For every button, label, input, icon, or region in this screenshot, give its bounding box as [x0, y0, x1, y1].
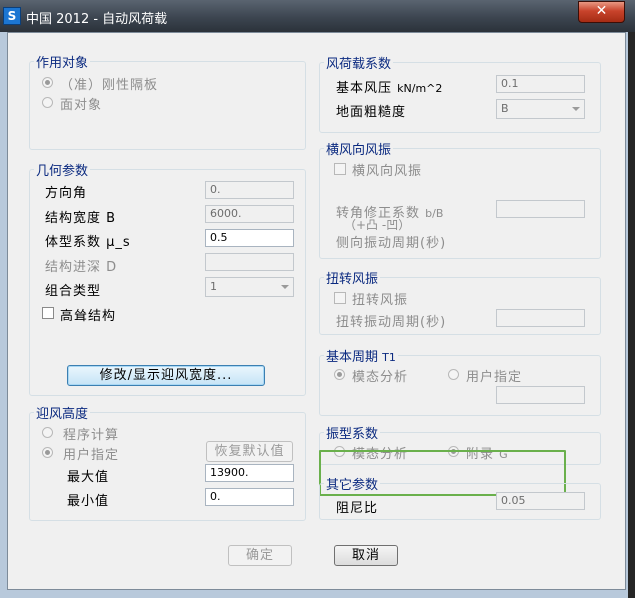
- pressure-field[interactable]: 0.1: [496, 75, 585, 93]
- modify-width-button[interactable]: 修改/显示迎风宽度...: [67, 365, 265, 386]
- radio-face[interactable]: [42, 97, 53, 108]
- width-label: 结构宽度 B: [45, 211, 117, 226]
- cancel-button[interactable]: 取消: [334, 545, 398, 566]
- radio-selected-dot: [45, 450, 50, 455]
- period-user-field[interactable]: [496, 386, 585, 404]
- window-title: 中国 2012 - 自动风荷载: [26, 12, 168, 27]
- roughness-label: 地面粗糙度: [336, 105, 407, 120]
- title-bar[interactable]: S 中国 2012 - 自动风荷载: [0, 0, 635, 32]
- min-height-label: 最小值: [67, 494, 110, 509]
- crosswind-checkbox[interactable]: [334, 163, 346, 175]
- combo-type-label: 组合类型: [45, 284, 102, 299]
- combo-type-select[interactable]: 1: [205, 277, 294, 297]
- group-period-legend-unit: T1: [382, 351, 396, 364]
- radio-period-modal[interactable]: [334, 369, 345, 380]
- direction-field[interactable]: 0.: [205, 181, 294, 199]
- pressure-unit: kN/m^2: [397, 82, 443, 95]
- crosswind-check-label: 横风向风振: [352, 164, 423, 179]
- group-height-legend: 迎风高度: [36, 407, 89, 422]
- radio-user-height[interactable]: [42, 447, 53, 458]
- group-torsion-legend: 扭转风振: [326, 272, 379, 287]
- torsion-checkbox[interactable]: [334, 292, 346, 304]
- radio-period-user[interactable]: [448, 369, 459, 380]
- damping-label: 阻尼比: [336, 501, 379, 516]
- restore-default-button[interactable]: 恢复默认值: [206, 441, 293, 462]
- app-icon[interactable]: S: [3, 7, 21, 25]
- damping-field[interactable]: 0.05: [496, 492, 585, 510]
- group-other-legend: 其它参数: [326, 478, 379, 493]
- pressure-label: 基本风压 kN/m^2: [336, 77, 442, 96]
- tall-structure-label: 高耸结构: [60, 309, 117, 324]
- radio-program-calc[interactable]: [42, 427, 53, 438]
- close-button[interactable]: ✕: [578, 1, 625, 23]
- pressure-label-text: 基本风压: [336, 81, 393, 96]
- max-height-label: 最大值: [67, 470, 110, 485]
- roughness-value: B: [501, 102, 509, 115]
- group-crosswind-legend: 横风向风振: [326, 143, 392, 158]
- shape-coef-label: 体型系数 μ_s: [45, 235, 131, 250]
- chevron-down-icon: [281, 285, 289, 289]
- radio-rigid-label: （准）刚性隔板: [60, 78, 159, 93]
- radio-period-modal-label: 模态分析: [352, 370, 409, 385]
- corner-factor-field[interactable]: [496, 200, 585, 218]
- combo-type-value: 1: [210, 280, 217, 293]
- corner-factor-hint: （+凸 -凹）: [344, 218, 411, 232]
- radio-program-calc-label: 程序计算: [63, 428, 120, 443]
- group-period-legend-text: 基本周期: [326, 350, 379, 365]
- direction-label: 方向角: [45, 186, 88, 201]
- roughness-select[interactable]: B: [496, 99, 585, 119]
- radio-user-height-label: 用户指定: [63, 448, 120, 463]
- ok-button[interactable]: 确定: [228, 545, 292, 566]
- group-object-legend: 作用对象: [36, 56, 89, 71]
- radio-selected-dot: [45, 80, 50, 85]
- torsion-period-label: 扭转振动周期(秒): [336, 315, 447, 330]
- radio-rigid[interactable]: [42, 77, 53, 88]
- radio-selected-dot: [337, 372, 342, 377]
- chevron-down-icon: [572, 107, 580, 111]
- torsion-check-label: 扭转风振: [352, 293, 409, 308]
- corner-factor-unit: b/B: [425, 207, 444, 220]
- group-period-legend: 基本周期 T1: [324, 346, 398, 365]
- tall-structure-checkbox[interactable]: [42, 307, 54, 319]
- min-height-field[interactable]: 0.: [205, 488, 294, 506]
- width-field[interactable]: 6000.: [205, 205, 294, 223]
- lateral-period-label: 侧向振动周期(秒): [336, 236, 447, 251]
- radio-period-user-label: 用户指定: [466, 370, 523, 385]
- group-wind-load-legend: 风荷载系数: [326, 57, 392, 72]
- torsion-period-field[interactable]: [496, 309, 585, 327]
- background-edge: [628, 32, 635, 598]
- radio-face-label: 面对象: [60, 98, 103, 113]
- max-height-field[interactable]: 13900.: [205, 464, 294, 482]
- shape-coef-field[interactable]: 0.5: [205, 229, 294, 247]
- group-geometry-legend: 几何参数: [36, 164, 89, 179]
- depth-field[interactable]: [205, 253, 294, 271]
- depth-label: 结构进深 D: [45, 260, 118, 275]
- group-mode-coef-legend: 振型系数: [326, 427, 379, 442]
